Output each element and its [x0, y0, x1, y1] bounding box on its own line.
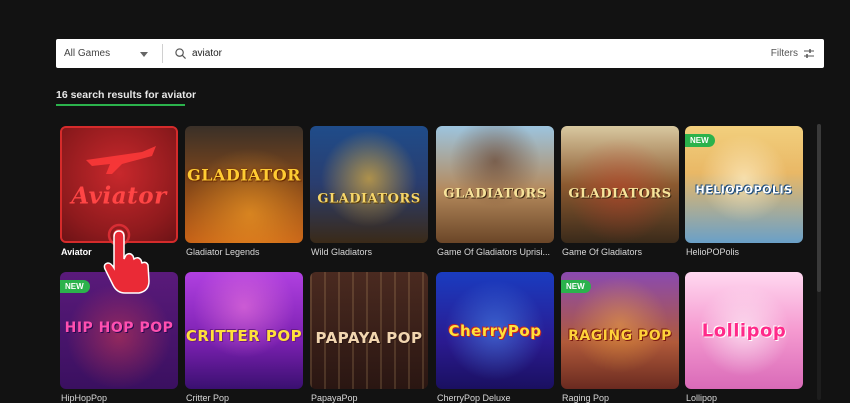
game-title[interactable]: Lollipop	[686, 393, 806, 403]
game-grid: Aviator Aviator GLADIATOR Gladiator Lege…	[0, 0, 850, 403]
game-logo: GLADIATOR	[187, 165, 301, 185]
game-art	[436, 126, 554, 243]
new-badge: NEW	[685, 134, 715, 147]
game-tile-raging-pop[interactable]: RAGING POP NEW	[561, 272, 679, 389]
game-logo: GLADIATORS	[317, 191, 421, 207]
game-logo: GLADIATORS	[568, 186, 672, 202]
game-tile-wild-gladiators[interactable]: GLADIATORS	[310, 126, 428, 243]
game-title[interactable]: Wild Gladiators	[311, 247, 431, 257]
scrollbar-thumb[interactable]	[817, 124, 821, 292]
game-logo: Lollipop	[701, 320, 787, 341]
game-logo: CherryPop	[448, 321, 542, 340]
game-art	[310, 126, 428, 243]
game-tile-gladiator-legends[interactable]: GLADIATOR	[185, 126, 303, 243]
game-tile-lollipop[interactable]: Lollipop	[685, 272, 803, 389]
game-title[interactable]: Gladiator Legends	[186, 247, 306, 257]
game-title[interactable]: Game Of Gladiators	[562, 247, 682, 257]
game-title[interactable]: Game Of Gladiators Uprisi...	[437, 247, 557, 257]
game-tile-game-of-gladiators-uprising[interactable]: GLADIATORS	[436, 126, 554, 243]
game-tile-game-of-gladiators[interactable]: GLADIATORS	[561, 126, 679, 243]
game-title[interactable]: HipHopPop	[61, 393, 181, 403]
game-logo: HIP HOP POP	[64, 320, 174, 337]
new-badge: NEW	[561, 280, 591, 293]
game-title[interactable]: PapayaPop	[311, 393, 431, 403]
game-art	[561, 126, 679, 243]
game-title[interactable]: Raging Pop	[562, 393, 682, 403]
game-logo: PAPAYA POP	[315, 328, 423, 347]
airplane-icon	[86, 146, 156, 174]
game-tile-critter-pop[interactable]: CRITTER POP	[185, 272, 303, 389]
game-title[interactable]: Critter Pop	[186, 393, 306, 403]
game-tile-papayapop[interactable]: PAPAYA POP	[310, 272, 428, 389]
game-logo: RAGING POP	[568, 328, 672, 345]
game-tile-heliopopolis[interactable]: HELIOPOPOLIS NEW	[685, 126, 803, 243]
game-logo: Aviator	[71, 182, 167, 210]
game-logo: GLADIATORS	[443, 186, 547, 202]
game-logo: HELIOPOPOLIS	[695, 183, 793, 197]
hand-pointer-icon	[103, 223, 150, 294]
game-title[interactable]: CherryPop Deluxe	[437, 393, 557, 403]
new-badge: NEW	[60, 280, 90, 293]
game-title[interactable]: HelioPOPolis	[686, 247, 806, 257]
game-tile-cherrypop-deluxe[interactable]: CherryPop	[436, 272, 554, 389]
game-logo: CRITTER POP	[185, 327, 303, 346]
